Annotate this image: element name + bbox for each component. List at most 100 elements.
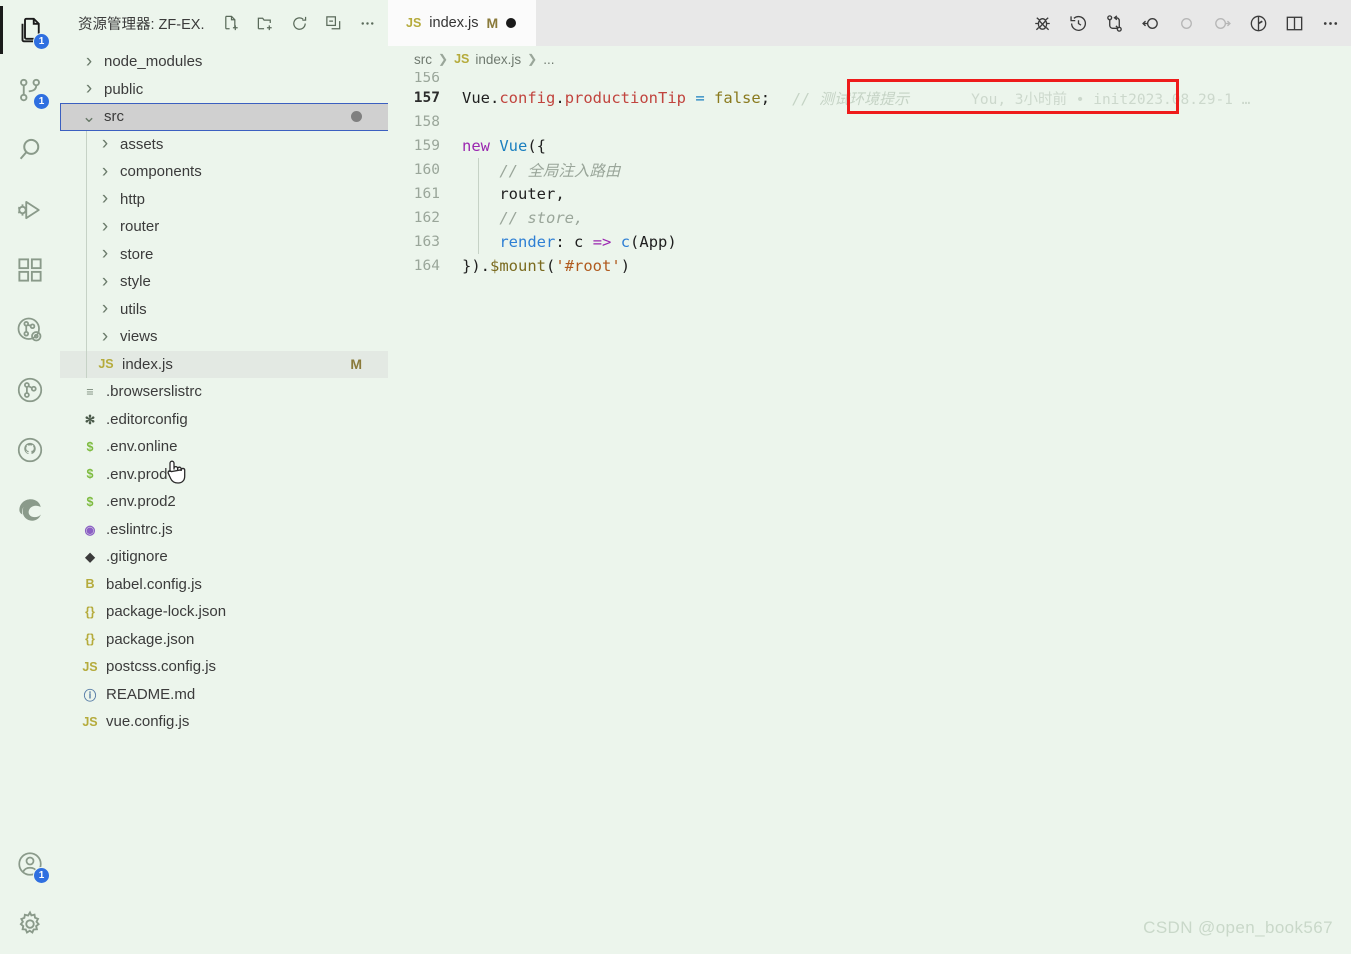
breadcrumb-item-symbols[interactable]: ... [543,52,554,67]
code-token: c [574,233,584,251]
code-line-157[interactable]: 157 Vue.config.productionTip = false;// 测… [388,86,1351,110]
code-text: // store, [454,209,583,227]
tree-file-index-js[interactable]: JS index.js M [60,350,388,378]
indent-guide [478,182,479,206]
activity-item-extensions[interactable] [0,240,60,300]
tree-folder-src[interactable]: ⌄ src [60,103,388,131]
tree-folder-views[interactable]: › views [60,323,388,351]
tree-item-label: store [120,245,154,263]
tree-file-package-json[interactable]: {} package.json [60,626,388,654]
undo-change-button[interactable] [1171,8,1201,38]
tree-file-package-lock-json[interactable]: {} package-lock.json [60,598,388,626]
split-editor-icon [1286,16,1302,30]
chevron-right-icon: › [101,243,109,265]
tree-folder-node-modules[interactable]: › node_modules [60,48,388,76]
run-debug-button[interactable] [1027,8,1057,38]
code-line-163[interactable]: 163 render: c => c(App) [388,230,1351,254]
tree-file-env-online[interactable]: $ .env.online [60,433,388,461]
code-line-162[interactable]: 162 // store, [388,206,1351,230]
tree-file-babel-config-js[interactable]: Bbabel.config.js [60,571,388,599]
tree-item-label: assets [120,135,164,153]
tree-folder-http[interactable]: › http [60,186,388,214]
tree-folder-utils[interactable]: › utils [60,296,388,324]
tree-file-vue-config-js[interactable]: JS vue.config.js [60,708,388,736]
code-line-161[interactable]: 161 router, [388,182,1351,206]
code-token: (App) [630,233,677,251]
tree-file-gitignore[interactable]: ◆ .gitignore [60,543,388,571]
tree-file-readme-md[interactable]: ⓘ README.md [60,681,388,709]
code-token: render [499,233,556,251]
tree-file-env-prod2[interactable]: $ .env.prod2 [60,488,388,516]
activity-item-source-control[interactable]: 1 [0,60,60,120]
tree-file-env-prod[interactable]: $ .env.prod [60,461,388,489]
tree-folder-store[interactable]: › store [60,241,388,269]
activity-item-accounts[interactable]: 1 [0,834,60,894]
code-line-156[interactable]: 156 [388,72,1351,86]
tree-folder-public[interactable]: › public [60,76,388,104]
previous-change-button[interactable] [1135,8,1165,38]
code-token: ) [620,257,631,275]
tree-folder-assets[interactable]: › assets [60,131,388,159]
gitlens-icon [17,377,43,403]
activity-item-gitlens[interactable] [0,360,60,420]
search-icon [19,138,40,160]
activity-item-github[interactable] [0,420,60,480]
activity-item-gitlens-inspect[interactable] [0,300,60,360]
gear-icon [19,910,40,934]
tree-file-eslintrc-js[interactable]: ◉ .eslintrc.js [60,516,388,544]
gitlens-inspect-icon [17,317,42,342]
compare-changes-button[interactable] [1099,8,1129,38]
code-token: c [620,233,631,251]
run-debug-icon [17,200,40,220]
tree-item-label: router [120,218,160,236]
code-line-158[interactable]: 158 [388,110,1351,134]
ellipsis-icon [1323,21,1337,25]
tree-item-label: .browserslistrc [106,383,202,401]
breadcrumb-item-file[interactable]: index.js [475,52,521,67]
tree-file-editorconfig[interactable]: ✻ .editorconfig [60,406,388,434]
editor-more-button[interactable] [1315,8,1345,38]
redo-change-button[interactable] [1207,8,1237,38]
code-text: }).$mount('#root') [454,257,630,275]
tree-item-label: views [120,328,158,346]
activity-item-explorer[interactable]: 1 [0,0,60,60]
tree-item-label: README.md [106,685,196,703]
refresh-button[interactable] [286,10,312,36]
split-editor-button[interactable] [1279,8,1309,38]
tree-folder-style[interactable]: › style [60,268,388,296]
arrow-left-circle-icon [1141,17,1158,29]
babel-file-icon: B [85,577,95,592]
collapse-all-button[interactable] [320,10,346,36]
new-file-button[interactable] [218,10,244,36]
new-folder-button[interactable] [252,10,278,36]
activity-item-run-debug[interactable] [0,180,60,240]
tree-item-label: .env.online [106,438,178,456]
code-line-164[interactable]: 164}).$mount('#root') [388,254,1351,278]
eslint-file-icon: ◉ [84,522,96,537]
inline-blame-meta[interactable]: You, 3小时前 • init2023.08.29-1 … [971,88,1250,109]
code-token: false [714,89,761,107]
code-line-160[interactable]: 160 // 全局注入路由 [388,158,1351,182]
code-line-159[interactable]: 159 new Vue({ [388,134,1351,158]
breadcrumb-item-src[interactable]: src [414,52,432,67]
tree-file-browserslistrc[interactable]: ≡ .browserslistrc [60,378,388,406]
tree-file-postcss-config-js[interactable]: JS postcss.config.js [60,653,388,681]
activity-item-manage[interactable] [0,894,60,954]
code-token: . [555,89,565,107]
tree-folder-components[interactable]: › components [60,158,388,186]
code-editor[interactable]: 156 157 Vue.config.productionTip = false; /… [388,72,1351,278]
tab-index-js[interactable]: JS index.js M [388,0,536,46]
file-tree: › node_modules › public ⌄ src › assets › componen… [60,46,388,736]
blame-toggle-button[interactable] [1243,8,1273,38]
activity-item-search[interactable] [0,120,60,180]
code-token: . [490,89,500,107]
timeline-button[interactable] [1063,8,1093,38]
tree-item-label: babel.config.js [106,575,202,593]
tree-folder-router[interactable]: › router [60,213,388,241]
chevron-right-icon: › [101,325,109,347]
more-actions-button[interactable] [354,10,380,36]
activity-item-edge-browser[interactable] [0,480,60,540]
code-token: router, [499,185,565,203]
